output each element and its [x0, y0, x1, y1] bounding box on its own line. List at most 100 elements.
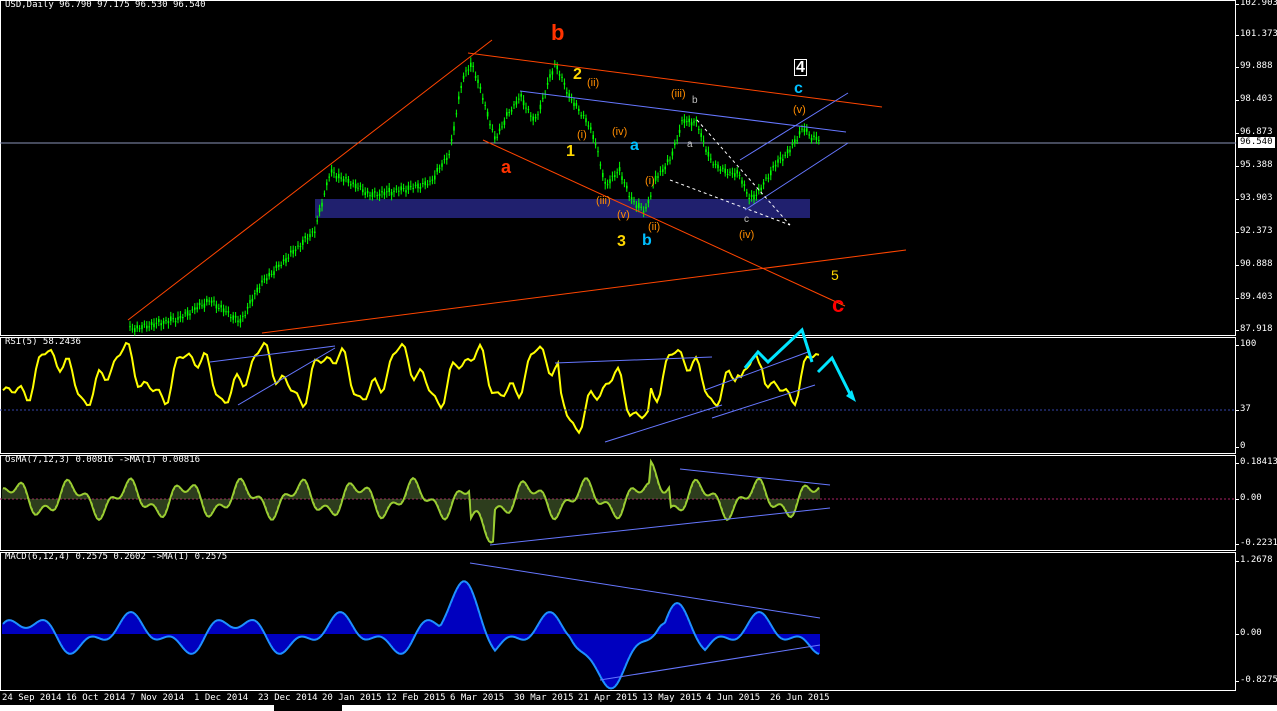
candle-body — [222, 308, 225, 313]
wave-label-minor: (ii) — [648, 221, 661, 233]
candle-body — [342, 179, 345, 182]
candle-body — [573, 102, 575, 107]
date-tick: 4 Jun 2015 — [706, 693, 761, 703]
candle-body — [366, 190, 369, 194]
osma-tick: -0.22312 — [1235, 538, 1277, 548]
candle-body — [316, 220, 318, 222]
candle-body — [794, 139, 796, 144]
candle-body — [618, 167, 621, 172]
candle-body — [398, 190, 400, 192]
candle-body — [230, 317, 232, 319]
candle-body — [167, 320, 170, 324]
candle-body — [160, 323, 162, 326]
wave-label-b: b — [551, 20, 565, 45]
candle-body — [717, 164, 719, 169]
candle-body — [659, 170, 662, 172]
candle-body — [534, 116, 537, 119]
candle-body — [587, 125, 590, 127]
candle-body — [460, 85, 462, 89]
candle-body — [306, 238, 309, 240]
candle-body — [225, 311, 227, 313]
candle-body — [237, 320, 239, 323]
date-tick: 7 Nov 2014 — [130, 693, 185, 703]
candle-body — [818, 139, 820, 141]
candle-body — [138, 328, 141, 330]
wave-label-b-blue: b — [642, 232, 652, 249]
candle-body — [218, 307, 220, 309]
scrollbar-left[interactable] — [0, 705, 274, 711]
candle-body — [393, 190, 395, 193]
candle-body — [503, 120, 506, 125]
candle-body — [263, 278, 266, 280]
price-tick: 98.403 — [1236, 94, 1273, 104]
candle-body — [297, 245, 299, 247]
candle-body — [172, 318, 174, 320]
candle-body — [726, 173, 729, 175]
candle-body — [189, 313, 191, 316]
candle-body — [338, 173, 340, 179]
candle-body — [635, 205, 638, 208]
wave-label-c-blue: c — [794, 80, 803, 97]
candle-body — [400, 186, 402, 191]
candle-body — [290, 250, 292, 253]
scrollbar-right[interactable] — [342, 705, 1277, 711]
candle-body — [186, 310, 189, 316]
candle-body — [556, 65, 558, 70]
candle-body — [246, 306, 249, 309]
candle-body — [774, 164, 777, 167]
candle-body — [602, 172, 604, 178]
candle-body — [388, 187, 390, 193]
candle-body — [582, 114, 585, 116]
candle-body — [784, 154, 786, 156]
candle-body — [585, 118, 587, 123]
candle-body — [458, 96, 460, 100]
candle-body — [736, 170, 738, 174]
candle-body — [796, 140, 798, 142]
wave-label-c: c — [832, 292, 845, 317]
candle-body — [386, 191, 388, 193]
candle-body — [810, 137, 813, 141]
rsi-trendline — [711, 384, 816, 419]
wave-label-5: 5 — [831, 267, 839, 283]
candle-body — [395, 188, 398, 190]
candle-body — [741, 180, 743, 184]
candle-body — [765, 177, 767, 179]
price-tick: 99.888 — [1236, 61, 1273, 71]
candle-body — [479, 86, 482, 89]
candle-body — [808, 134, 810, 136]
candle-body — [513, 104, 515, 106]
candle-body — [755, 194, 758, 196]
candle-body — [606, 184, 609, 186]
candle-body — [671, 151, 674, 156]
candle-body — [477, 79, 479, 84]
candle-body — [136, 325, 138, 329]
candle-body — [374, 191, 376, 193]
candle-body — [508, 111, 510, 113]
candle-body — [594, 143, 597, 146]
candle-body — [422, 183, 424, 185]
candle-body — [486, 111, 489, 117]
candle-body — [282, 259, 285, 262]
candle-body — [527, 108, 530, 110]
candle-body — [772, 165, 774, 168]
candle-body — [645, 206, 647, 209]
candle-body — [760, 187, 762, 191]
candle-body — [330, 169, 333, 173]
candle-body — [522, 100, 525, 106]
date-tick: 23 Dec 2014 — [258, 693, 318, 703]
candle-body — [158, 319, 160, 323]
date-tick: 26 Jun 2015 — [770, 693, 830, 703]
candle-body — [532, 116, 534, 121]
candle-body — [510, 109, 513, 112]
candle-body — [273, 271, 275, 275]
candle-body — [302, 239, 304, 245]
candle-body — [134, 328, 136, 332]
candle-body — [333, 172, 335, 174]
macd-tick: -0.8275 — [1236, 675, 1277, 685]
candle-body — [206, 298, 208, 303]
candle-body — [633, 200, 635, 202]
candle-body — [354, 183, 357, 189]
candle-body — [731, 173, 734, 175]
support-zone — [315, 199, 810, 218]
candle-body — [681, 120, 683, 122]
